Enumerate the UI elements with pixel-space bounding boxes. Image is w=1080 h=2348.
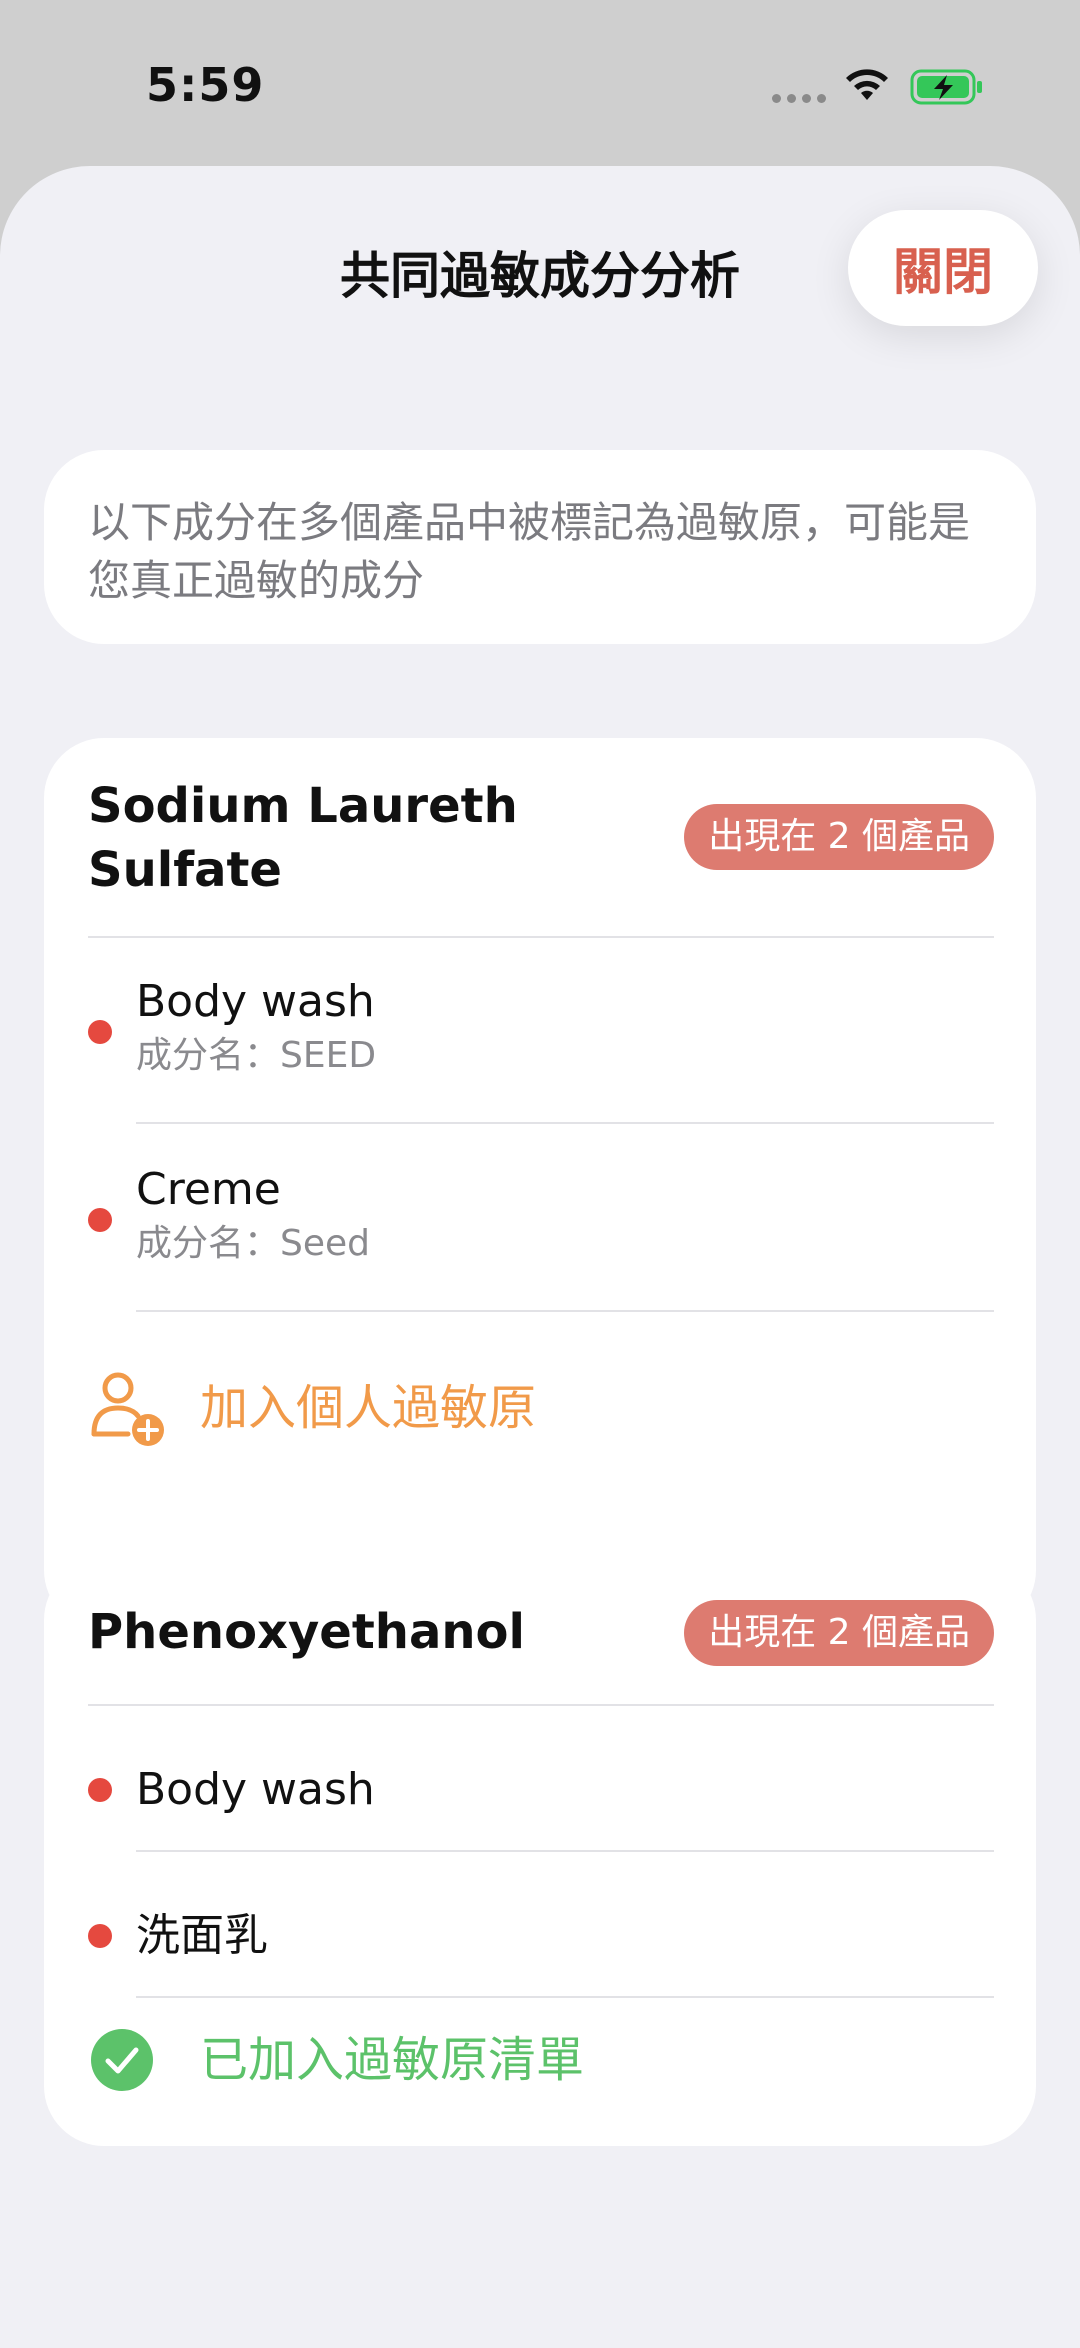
ingredient-alias: 成分名：SEED <box>136 1035 377 1076</box>
divider <box>136 1850 994 1852</box>
add-person-icon <box>91 1372 164 1446</box>
close-button[interactable]: 關閉 <box>848 210 1038 326</box>
product-count-badge: 出現在 2 個產品 <box>684 1600 994 1666</box>
divider <box>136 1122 994 1124</box>
bullet-dot-icon <box>88 1020 112 1044</box>
product-name: Body wash <box>136 1764 375 1815</box>
status-time: 5:59 <box>146 58 265 112</box>
bullet-dot-icon <box>88 1924 112 1948</box>
bullet-dot-icon <box>88 1208 112 1232</box>
product-name: Body wash <box>136 976 375 1027</box>
bullet-dot-icon <box>88 1778 112 1802</box>
ingredient-alias: 成分名：Seed <box>136 1223 371 1264</box>
add-personal-allergen-label: 加入個人過敏原 <box>200 1380 537 1436</box>
divider <box>88 1704 994 1706</box>
analysis-sheet: 共同過敏成分分析 關閉 以下成分在多個產品中被標記為過敏原，可能是您真正過敏的成… <box>0 166 1080 2348</box>
product-name: 洗面乳 <box>136 1910 268 1961</box>
checkmark-circle-icon <box>91 2029 153 2091</box>
product-name: Creme <box>136 1164 281 1215</box>
divider <box>136 1996 994 1998</box>
divider <box>88 936 994 938</box>
cellular-dots-icon <box>772 94 826 103</box>
added-to-allergen-list-label: 已加入過敏原清單 <box>200 2032 585 2088</box>
ingredient-card: Phenoxyethanol 出現在 2 個產品 Body wash 洗面乳 已… <box>44 1560 1036 2146</box>
info-description: 以下成分在多個產品中被標記為過敏原，可能是您真正過敏的成分 <box>44 450 1036 644</box>
status-bar: 5:59 <box>0 0 1080 166</box>
divider <box>136 1310 994 1312</box>
product-count-badge: 出現在 2 個產品 <box>684 804 994 870</box>
ingredient-name: Sodium Laureth Sulfate <box>88 778 518 898</box>
battery-charging-icon <box>910 69 982 105</box>
ingredient-card: Sodium Laureth Sulfate 出現在 2 個產品 Body wa… <box>44 738 1036 1630</box>
ingredient-name: Phenoxyethanol <box>88 1604 525 1660</box>
wifi-icon <box>846 69 888 100</box>
